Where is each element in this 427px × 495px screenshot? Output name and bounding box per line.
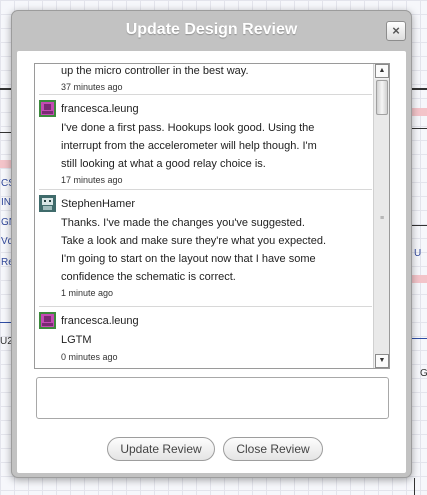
close-review-button[interactable]: Close Review <box>223 437 323 461</box>
avatar-robot-icon <box>39 195 56 212</box>
comment-author: francesca.leung <box>61 103 139 115</box>
comment-text-line: interrupt from the accelerometer will he… <box>61 140 317 152</box>
comments-list: up the micro controller in the best way.… <box>35 64 373 368</box>
comment-item: francesca.leung LGTM 0 minutes ago <box>39 312 372 368</box>
comment-text-line: I'm going to start on the layout now tha… <box>61 253 316 265</box>
scroll-thumb[interactable] <box>376 80 388 115</box>
update-review-button[interactable]: Update Review <box>107 437 215 461</box>
comments-panel[interactable]: up the micro controller in the best way.… <box>34 63 390 369</box>
comment-text-line: Take a look and make sure they're what y… <box>61 235 327 247</box>
comment-timestamp: 37 minutes ago <box>61 82 123 92</box>
grip-icon: ≡ <box>379 215 385 222</box>
scroll-up-icon[interactable]: ▲ <box>375 64 389 78</box>
scroll-down-icon[interactable]: ▼ <box>375 354 389 368</box>
highlight-band <box>412 108 427 116</box>
comment-author: StephenHamer <box>61 198 135 210</box>
comment-timestamp: 17 minutes ago <box>61 175 123 185</box>
wire <box>412 225 427 226</box>
comment-text-line: LGTM <box>61 334 92 346</box>
close-icon[interactable]: × <box>386 21 406 41</box>
comment-text-line: still looking at what a good relay choic… <box>61 158 266 170</box>
vertical-scrollbar[interactable]: ▲ ≡ ▼ <box>373 64 389 368</box>
pin-label: U <box>414 248 422 259</box>
avatar-pink-icon <box>39 100 56 117</box>
highlight-band <box>412 275 427 283</box>
wire <box>412 338 427 339</box>
comment-item: up the micro controller in the best way.… <box>39 64 372 95</box>
wire <box>412 128 427 129</box>
dialog-body: up the micro controller in the best way.… <box>17 51 406 473</box>
comment-text-line: confidence the schematic is correct. <box>61 271 236 283</box>
wire <box>414 478 415 495</box>
avatar-pink-icon <box>39 312 56 329</box>
comment-item: StephenHamer Thanks. I've made the chang… <box>39 195 372 307</box>
comment-text-line: up the micro controller in the best way. <box>61 65 249 77</box>
comment-timestamp: 1 minute ago <box>61 288 114 298</box>
comment-input[interactable] <box>36 377 389 419</box>
dialog-title: Update Design Review <box>125 21 298 38</box>
comment-author: francesca.leung <box>61 315 139 327</box>
comment-text-line: Thanks. I've made the changes you've sug… <box>61 217 305 229</box>
update-design-review-dialog: Update Design Review × up the micro cont… <box>11 10 412 478</box>
pin-label: G <box>420 368 427 379</box>
comment-item: francesca.leung I've done a first pass. … <box>39 100 372 190</box>
wire <box>412 88 427 90</box>
comment-timestamp: 0 minutes ago <box>61 352 118 362</box>
comment-text-line: I've done a first pass. Hookups look goo… <box>61 122 315 134</box>
